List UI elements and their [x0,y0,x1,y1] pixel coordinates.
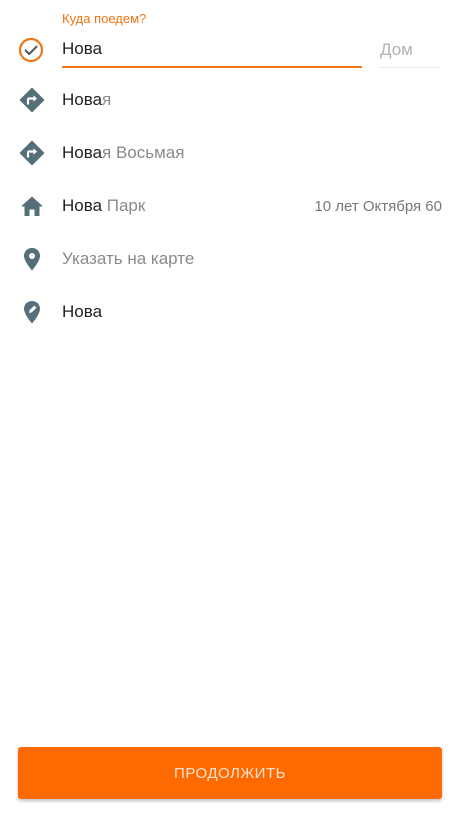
choose-on-map-item[interactable]: Указать на карте [0,232,460,285]
turn-right-icon [19,140,45,166]
suggestion-label: Нова [62,302,103,321]
suggestion-label: Нова Парк [62,196,146,215]
suggestion-item[interactable]: Нова Парк 10 лет Октября 60 [0,179,460,232]
destination-input[interactable] [62,34,358,64]
destination-input-underline [62,66,362,68]
suggestion-label: Новая [62,90,112,109]
suggestion-address: 10 лет Октября 60 [314,198,442,215]
suggestion-item[interactable]: Нова [0,285,460,338]
suggestion-item[interactable]: Новая Восьмая [0,126,460,179]
edit-location-icon [24,301,40,324]
destination-label: Куда поедем? [62,11,147,26]
house-number-input[interactable] [380,40,440,60]
destination-screen: Куда поедем? Новая Новая Восьмая [0,0,460,818]
search-row: Куда поедем? [0,0,460,72]
home-icon [21,196,43,216]
suggestion-list: Новая Новая Восьмая Нова Парк 10 лет Окт… [0,73,460,338]
suggestion-item[interactable]: Новая [0,73,460,126]
suggestion-label: Новая Восьмая [62,143,185,162]
choose-on-map-label: Указать на карте [62,249,195,268]
continue-button[interactable]: ПРОДОЛЖИТЬ [18,747,442,799]
turn-right-icon [19,87,45,113]
location-pin-icon [24,248,40,271]
check-circle-icon [18,37,44,63]
house-number-underline [378,67,440,68]
house-number-field[interactable] [378,34,440,68]
